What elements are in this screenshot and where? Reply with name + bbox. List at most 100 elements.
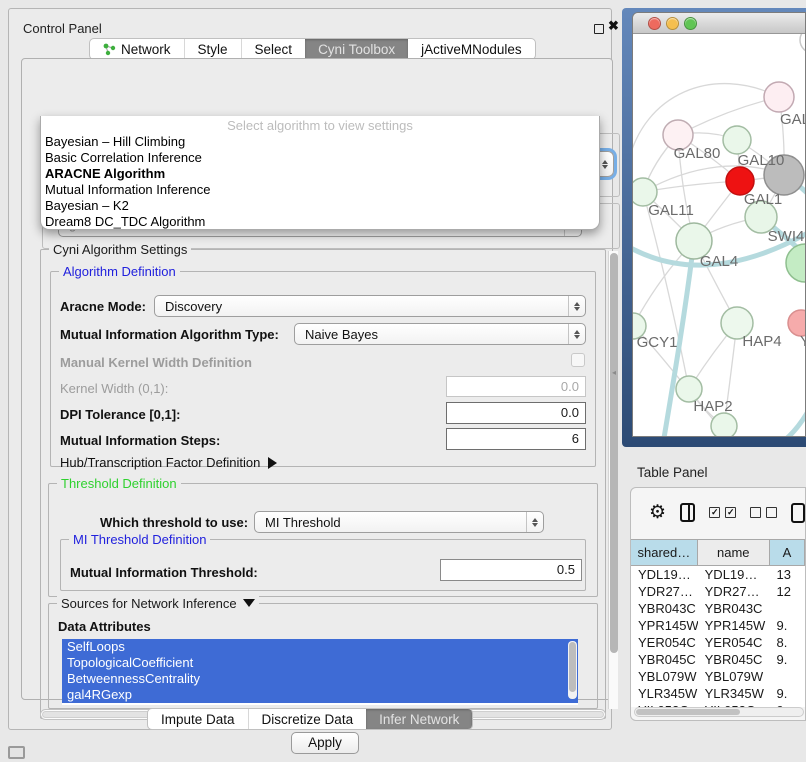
attribute-item-selfloops[interactable]: SelfLoops xyxy=(62,639,578,655)
network-node-gal[interactable] xyxy=(764,82,794,112)
combo-arrows-icon xyxy=(526,512,543,532)
network-window-titlebar[interactable] xyxy=(633,13,805,34)
apply-button[interactable]: Apply xyxy=(291,732,359,754)
algorithm-option-basic-correlation-inference[interactable]: Basic Correlation Inference xyxy=(41,150,599,166)
kernel-width-field[interactable]: 0.0 xyxy=(446,376,586,397)
which-threshold-label: Which threshold to use: xyxy=(100,515,248,530)
table-row[interactable]: YER054CYER054C8. xyxy=(631,634,805,651)
algorithm-option-aracne-algorithm[interactable]: ARACNE Algorithm xyxy=(41,166,599,182)
attribute-item-betweennesscentrality[interactable]: BetweennessCentrality xyxy=(62,671,578,687)
node-label-hap2: HAP2 xyxy=(693,398,732,415)
close-icon[interactable]: ✖ xyxy=(608,18,619,34)
network-edge[interactable] xyxy=(643,192,689,389)
table-panel-title: Table Panel xyxy=(637,465,708,480)
settings-vertical-scrollbar[interactable] xyxy=(608,251,618,709)
node-label-gal: GAL xyxy=(780,111,806,128)
aracne-mode-combo[interactable]: Discovery xyxy=(154,295,586,317)
sources-group-title[interactable]: Sources for Network Inference xyxy=(57,596,259,611)
table-row[interactable]: YBL079WYBL079W xyxy=(631,668,805,685)
node-label-hap4: HAP4 xyxy=(742,333,781,350)
network-node[interactable] xyxy=(786,244,806,282)
network-node-gal10[interactable] xyxy=(723,126,751,154)
node-label-gcy1: GCY1 xyxy=(637,334,678,351)
bottom-tabbar: Impute DataDiscretize DataInfer Network xyxy=(147,708,473,730)
table-row[interactable]: YDL19…YDL19…13 xyxy=(631,566,805,583)
mi-threshold-field[interactable]: 0.5 xyxy=(440,559,582,581)
tab-jactivemnodules[interactable]: jActiveMNodules xyxy=(408,39,535,59)
table-toolbar: ⚙ ✓✓ xyxy=(631,488,805,537)
table-rows: YDL19…YDL19…13YDR27…YDR27…12YBR043CYBR04… xyxy=(631,566,805,707)
column-header-shared-[interactable]: shared… xyxy=(631,540,698,565)
mi-steps-field[interactable]: 6 xyxy=(446,428,586,450)
dpi-tolerance-field[interactable]: 0.0 xyxy=(446,402,586,424)
tab-select[interactable]: Select xyxy=(241,39,306,59)
hub-definition-toggle[interactable]: Hub/Transcription Factor Definition xyxy=(60,455,277,470)
algorithm-option-bayesian-hill-climbing[interactable]: Bayesian – Hill Climbing xyxy=(41,134,599,150)
table-row[interactable]: YBR043CYBR043C xyxy=(631,600,805,617)
gear-icon[interactable]: ⚙ xyxy=(649,503,666,522)
panel-icon[interactable] xyxy=(791,503,805,523)
aracne-mode-label: Aracne Mode: xyxy=(60,299,146,314)
data-attributes-label: Data Attributes xyxy=(58,619,151,634)
panel-divider-handle[interactable]: ◂ xyxy=(612,368,620,378)
algorithm-option-mutual-information-inference[interactable]: Mutual Information Inference xyxy=(41,182,599,198)
minimized-panel-icon[interactable] xyxy=(8,746,25,759)
table-row[interactable]: YBR045CYBR045C9. xyxy=(631,651,805,668)
node-label-gal1: GAL1 xyxy=(744,191,782,208)
tab-infer-network[interactable]: Infer Network xyxy=(366,709,472,729)
network-edge[interactable] xyxy=(743,394,806,437)
node-label-swi4: SWI4 xyxy=(768,228,805,245)
data-attributes-list: SelfLoopsTopologicalCoefficientBetweenne… xyxy=(62,639,578,705)
control-panel-tabbar: NetworkStyleSelectCyni ToolboxjActiveMNo… xyxy=(89,38,536,60)
node-label-gal4: GAL4 xyxy=(700,253,738,270)
node-label-gal11: GAL11 xyxy=(648,202,694,219)
mi-type-combo[interactable]: Naive Bayes xyxy=(294,323,586,345)
kernel-width-label: Kernel Width (0,1): xyxy=(60,381,168,396)
checked-pair-icon[interactable]: ✓✓ xyxy=(709,507,736,518)
node-label-y: Y xyxy=(800,333,806,350)
unchecked-pair-icon[interactable] xyxy=(750,507,777,518)
algorithm-definition-title: Algorithm Definition xyxy=(59,264,180,279)
window-zoom-icon[interactable] xyxy=(684,17,697,30)
network-canvas[interactable]: GALGAL80GAL10GAL1GAL11SWI4GAL4GCY1HAP4YH… xyxy=(633,34,806,437)
threshold-definition-title: Threshold Definition xyxy=(57,476,181,491)
mi-threshold-title: MI Threshold Definition xyxy=(69,532,210,547)
table-row[interactable]: YLR345WYLR345W9. xyxy=(631,685,805,702)
table-header: shared…nameA xyxy=(631,539,805,566)
network-node[interactable] xyxy=(800,34,806,53)
expanded-arrow-icon xyxy=(243,599,255,607)
network-view-frame: GALGAL80GAL10GAL1GAL11SWI4GAL4GCY1HAP4YH… xyxy=(622,8,806,447)
algorithm-option-dream8-dc-tdc-algorithm[interactable]: Dream8 DC_TDC Algorithm xyxy=(41,214,599,230)
dropdown-prompt: Select algorithm to view settings xyxy=(41,117,599,134)
column-header-name[interactable]: name xyxy=(698,540,770,565)
mi-steps-label: Mutual Information Steps: xyxy=(60,433,220,448)
attribute-item-topologicalcoefficient[interactable]: TopologicalCoefficient xyxy=(62,655,578,671)
float-panel-icon[interactable] xyxy=(594,24,604,34)
which-threshold-combo[interactable]: MI Threshold xyxy=(254,511,544,533)
dpi-tolerance-label: DPI Tolerance [0,1]: xyxy=(60,407,180,422)
network-icon xyxy=(103,43,116,56)
mi-threshold-label: Mutual Information Threshold: xyxy=(70,565,258,580)
network-window: GALGAL80GAL10GAL1GAL11SWI4GAL4GCY1HAP4YH… xyxy=(632,12,806,437)
manual-kernel-label: Manual Kernel Width Definition xyxy=(60,355,252,370)
manual-kernel-checkbox[interactable] xyxy=(571,353,585,367)
tab-discretize-data[interactable]: Discretize Data xyxy=(248,709,367,729)
attribute-item-gal4rgexp[interactable]: gal4RGexp xyxy=(62,687,578,703)
tab-network[interactable]: Network xyxy=(90,39,184,59)
tab-style[interactable]: Style xyxy=(184,39,241,59)
control-panel: Control Panel ✖ NetworkStyleSelectCyni T… xyxy=(8,8,612,730)
column-header-a[interactable]: A xyxy=(770,540,805,565)
algorithm-dropdown-popup: Select algorithm to view settings Bayesi… xyxy=(40,116,600,230)
split-view-icon[interactable] xyxy=(680,503,695,522)
algorithm-option-bayesian-k2[interactable]: Bayesian – K2 xyxy=(41,198,599,214)
window-minimize-icon[interactable] xyxy=(666,17,679,30)
settings-group-title: Cyni Algorithm Settings xyxy=(49,242,191,257)
network-node[interactable] xyxy=(711,413,737,437)
table-horizontal-scrollbar[interactable] xyxy=(634,707,804,717)
table-row[interactable]: YDR27…YDR27…12 xyxy=(631,583,805,600)
window-close-icon[interactable] xyxy=(648,17,661,30)
tab-impute-data[interactable]: Impute Data xyxy=(148,709,248,729)
list-scrollbar[interactable] xyxy=(568,641,577,699)
table-row[interactable]: YPR145WYPR145W9. xyxy=(631,617,805,634)
tab-cyni-toolbox[interactable]: Cyni Toolbox xyxy=(305,39,408,59)
